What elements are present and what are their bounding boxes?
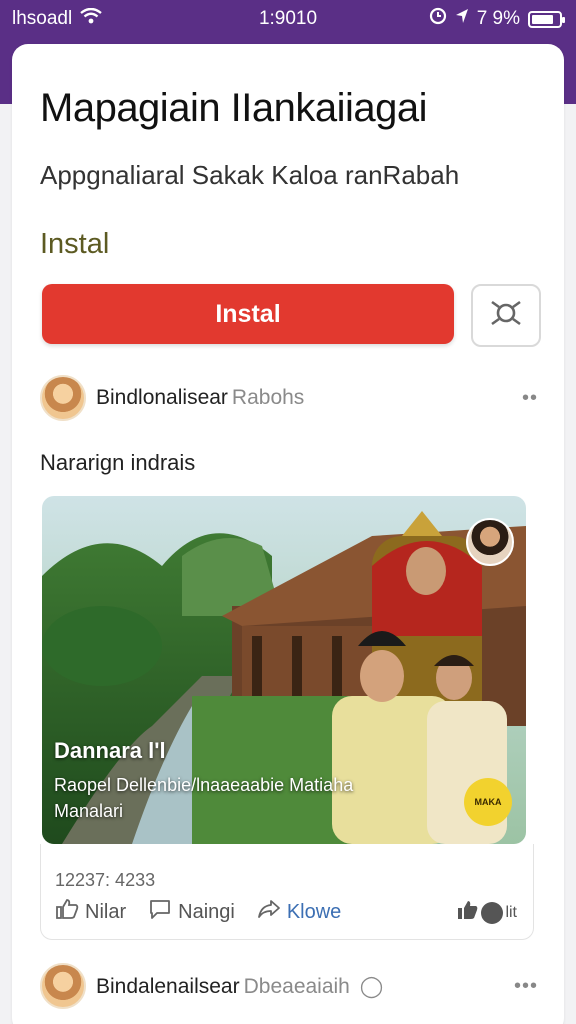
install-heading: Instal	[40, 228, 110, 260]
post-footer: 12237: 4233 Nilar Naingi Klowe lit	[40, 844, 534, 940]
post-author-meta: Rabohs	[231, 386, 305, 409]
thumbs-up-icon	[55, 898, 79, 926]
reaction-summary[interactable]: lit	[457, 900, 517, 925]
verified-icon: ◯	[359, 974, 384, 998]
post-text: Nararign indrais	[40, 450, 196, 475]
logo-badge: MAKA	[464, 778, 512, 826]
more-dots-icon[interactable]: •••	[514, 975, 538, 998]
post-author-name: Bindalenailsear	[96, 974, 240, 998]
share-app-button[interactable]	[471, 284, 541, 347]
share-post-button[interactable]: Klowe	[257, 898, 341, 926]
post-stats: 12237: 4233	[55, 870, 156, 890]
caption-line-1: Raopel Dellenbie/lnaaeaabie Matiaha	[54, 775, 354, 795]
post-author[interactable]: Bindlonalisear Rabohs	[96, 386, 304, 410]
profile-inset	[466, 518, 514, 566]
share-icon	[489, 298, 523, 333]
caption-line-2: Manalari	[54, 801, 124, 821]
thumbs-up-icon	[457, 900, 479, 925]
post-author-meta: Dbeaeaiaih	[243, 974, 350, 998]
avatar[interactable]	[40, 963, 86, 1009]
image-caption: Dannara l'l Raopel Dellenbie/lnaaeaabie …	[54, 738, 353, 824]
app-detail-card: Mapagiain IIankaiiagai Appgnaliaral Saka…	[12, 44, 564, 1024]
comment-label: Naingi	[178, 900, 235, 923]
post-header-2: Bindalenailsear Dbeaeaiaih ◯ •••	[40, 962, 560, 1010]
caption-title: Dannara l'l	[54, 738, 166, 763]
share-arrow-icon	[257, 898, 281, 926]
more-dots-icon[interactable]: ••	[522, 387, 538, 410]
install-button[interactable]: Instal	[42, 284, 454, 344]
post-author[interactable]: Bindalenailsear Dbeaeaiaih ◯	[96, 974, 383, 999]
app-subtitle: Appgnaliaral Sakak Kaloa ranRabah	[40, 160, 460, 190]
post-image[interactable]: Dannara l'l Raopel Dellenbie/lnaaeaabie …	[42, 496, 526, 844]
comment-icon	[148, 898, 172, 926]
app-title: Mapagiain IIankaiiagai	[40, 86, 428, 130]
reaction-icon	[481, 901, 504, 924]
status-time: 1:9010	[258, 8, 318, 29]
post-author-name: Bindlonalisear	[96, 386, 228, 409]
badge-label: MAKA	[474, 797, 502, 807]
like-label: Nilar	[85, 900, 127, 923]
post-header: Bindlonalisear Rabohs ••	[40, 374, 560, 422]
post-actions: Nilar Naingi Klowe	[55, 898, 363, 926]
avatar[interactable]	[40, 375, 86, 421]
comment-button[interactable]: Naingi	[148, 898, 235, 926]
like-button[interactable]: Nilar	[55, 898, 126, 926]
reaction-count: lit	[505, 903, 517, 921]
share-label: Klowe	[286, 900, 342, 923]
